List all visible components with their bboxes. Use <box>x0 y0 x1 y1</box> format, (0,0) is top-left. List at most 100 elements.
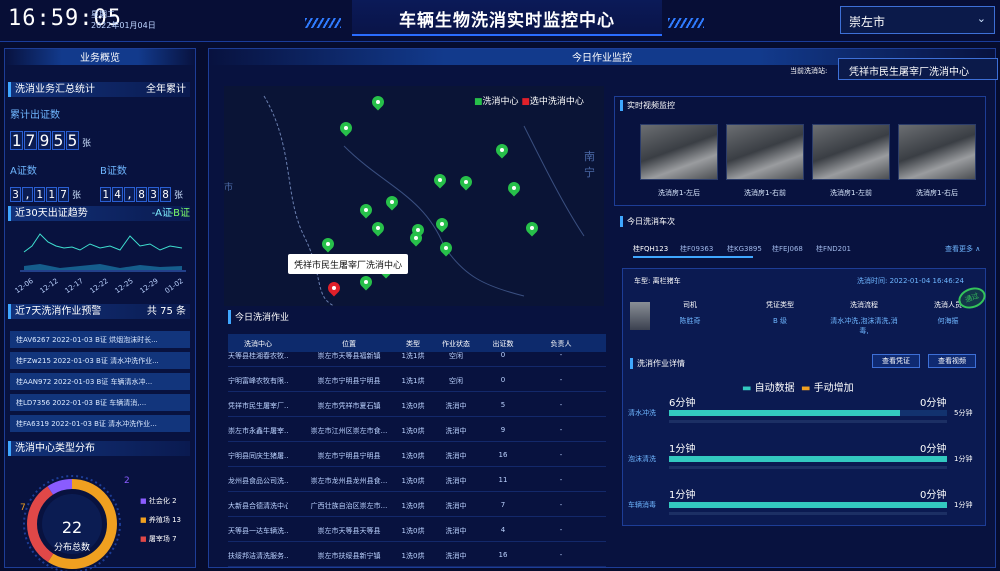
map-pin-icon[interactable] <box>383 193 401 212</box>
step-bar <box>669 410 947 416</box>
map-pin-icon[interactable] <box>493 141 511 160</box>
map-border <box>523 125 585 237</box>
legend-social: ■ 社会化 2 <box>140 496 177 506</box>
step-bar-manual <box>669 420 947 423</box>
digit: 3 <box>148 187 159 202</box>
detail-legend: ▬ 自动数据 ▬ 手动增加 <box>742 379 854 394</box>
table-row[interactable]: 大新县合德清洗中心 广西壮族自治区崇左市... 1洗0烘 洗消中 7 - <box>228 493 606 517</box>
view-cert-button[interactable]: 查看凭证 <box>872 354 920 368</box>
legend-label: 社会化 <box>148 497 170 505</box>
digit: 1 <box>34 187 45 202</box>
table-cell: 5 <box>500 401 506 409</box>
table-cell: 洗消中 <box>445 502 467 510</box>
map[interactable]: ■洗消中心 ■选中洗消中心 南宁 市 凭祥市民生屠宰厂洗消中心 <box>224 86 604 306</box>
camera-thumbnail[interactable] <box>726 124 804 180</box>
decor-slash-left <box>305 18 341 28</box>
jobs-title: 今日洗消作业 <box>228 310 428 324</box>
legend-auto-dot: ▬ <box>742 383 752 394</box>
car-type-row: 车型: 离栏猪车 <box>634 276 681 286</box>
legend-dot: ■ <box>140 516 147 524</box>
map-pin-icon[interactable] <box>407 229 425 248</box>
step-duration: 1分钟 <box>954 501 973 509</box>
view-video-button[interactable]: 查看视频 <box>928 354 976 368</box>
step-bar-fill <box>669 410 900 416</box>
digit: 1 <box>100 187 111 202</box>
warning-item[interactable]: 桂AAN972 2022-01-03 B证 车辆清水冲... <box>10 373 190 390</box>
plate-tab[interactable]: 桂FND201 <box>816 244 851 254</box>
table-row[interactable]: 扶绥邦洁清洗服务... 崇左市扶绥县新宁镇 1洗0烘 洗消中 16 - <box>228 543 606 567</box>
legend-red-label: 选中洗消中心 <box>529 97 584 107</box>
legend-manual: 手动增加 <box>813 383 854 394</box>
warning-item[interactable]: 桂FZw215 2022-01-03 B证 清水冲洗作业... <box>10 352 190 369</box>
camera-thumbnail[interactable] <box>812 124 890 180</box>
map-pin-icon[interactable] <box>523 219 541 238</box>
table-row[interactable]: 天等县桂湘春农牧... 崇左市天等县福新镇 1洗1烘 空闲 0 - <box>228 343 606 367</box>
warning-item[interactable]: 桂AV6267 2022-01-03 B证 烘烟泡沫时长... <box>10 331 190 348</box>
map-pin-icon[interactable] <box>437 239 455 258</box>
warning-section-bar: 近7天洗消作业预警 共 75 条 <box>8 304 190 319</box>
summary-section-bar: 洗消业务汇总统计 全年累计 <box>8 82 190 97</box>
table-cell: 崇左市宁明县宁明县 <box>317 377 381 385</box>
camera-label: 洗消房1-左后 <box>658 189 700 197</box>
vehicle-photo[interactable] <box>630 302 650 330</box>
camera-thumbnail[interactable] <box>898 124 976 180</box>
summary-title: 洗消业务汇总统计 <box>15 84 95 95</box>
map-pin-icon[interactable] <box>433 215 451 234</box>
step-right-value: 0分钟 <box>920 444 947 455</box>
map-pin-icon[interactable] <box>457 173 475 192</box>
plate-tab[interactable]: 桂FEJ068 <box>772 244 803 254</box>
legend-label: 屠宰场 <box>148 535 170 543</box>
table-cell: 9 <box>500 426 506 434</box>
station-select[interactable]: 凭祥市民生屠宰厂洗消中心 <box>838 58 998 80</box>
map-pin-icon[interactable] <box>431 171 449 190</box>
flow-label: 洗消流程 <box>850 301 878 309</box>
cert-value: B 级 <box>772 317 788 325</box>
map-pin-icon[interactable] <box>505 179 523 198</box>
car-type-value: 离栏猪车 <box>652 277 681 285</box>
table-row[interactable]: 天等县一达车辆洗... 崇左市天等县天等县 1洗0烘 洗消中 4 - <box>228 518 606 542</box>
table-cell: 1洗0烘 <box>401 502 425 510</box>
camera-label: 洗消房1-右前 <box>744 189 786 197</box>
chevron-down-icon: ⌄ <box>976 12 986 25</box>
warning-item[interactable]: 桂FA6319 2022-01-03 B证 清水冲洗作业... <box>10 415 190 432</box>
table-row[interactable]: 龙州县食品公司洗... 崇左市龙州县龙州县食... 1洗0烘 洗消中 11 - <box>228 468 606 492</box>
legend-slaughter: ■ 屠宰场 7 <box>140 534 177 544</box>
driver-value: 陈胜奇 <box>679 317 701 325</box>
table-cell: 洗消中 <box>445 402 467 410</box>
map-pin-icon[interactable] <box>369 93 387 112</box>
table-row[interactable]: 凭祥市民生屠宰厂... 崇左市凭祥市夏石镇 1洗0烘 洗消中 5 - <box>228 393 606 417</box>
plate-tab[interactable]: 桂KG3895 <box>727 244 762 254</box>
table-cell: 洗消中 <box>445 527 467 535</box>
map-pin-selected-icon[interactable] <box>325 279 343 298</box>
table-row[interactable]: 宁明富峰农牧有限... 崇左市宁明县宁明县 1洗1烘 空闲 0 - <box>228 368 606 392</box>
warning-item[interactable]: 桂LD7356 2022-01-03 B证 车辆清消,... <box>10 394 190 411</box>
table-cell: 崇左市天等县天等县 <box>317 527 381 535</box>
digit: 7 <box>24 131 37 150</box>
step-duration: 1分钟 <box>954 455 973 463</box>
map-pin-icon[interactable] <box>337 119 355 138</box>
trend-ticks: 12-06 12-12 12-17 12-22 12-25 12-29 01-0… <box>14 276 190 298</box>
date: 2022年01月04日 <box>91 21 156 30</box>
map-pin-icon[interactable] <box>369 219 387 238</box>
digit: , <box>124 187 135 202</box>
table-row[interactable]: 崇左市永鑫牛屠宰... 崇左市江州区崇左市食... 1洗0烘 洗消中 9 - <box>228 418 606 442</box>
plate-tab[interactable]: 桂F09363 <box>680 244 713 254</box>
table-cell: - <box>559 551 563 559</box>
view-more-link[interactable]: 查看更多 ∧ <box>945 244 980 254</box>
warning-title: 近7天洗消作业预警 <box>15 306 102 317</box>
city-select[interactable]: 崇左市 ⌄ <box>840 6 995 34</box>
donut-total: 22 <box>61 518 83 537</box>
video-title: 实时视频监控 <box>620 100 675 111</box>
table-row[interactable]: 宁明县同庆生猪屠... 崇左市宁明县宁明县 1洗0烘 洗消中 16 - <box>228 443 606 467</box>
table-cell: 洗消中 <box>445 477 467 485</box>
a-cert-digits: 3,117张 <box>10 183 81 202</box>
camera-thumbnail[interactable] <box>640 124 718 180</box>
map-pin-icon[interactable] <box>357 201 375 220</box>
trend-tick: 01-02 <box>163 276 185 296</box>
map-pin-icon[interactable] <box>319 235 337 254</box>
trend-tick: 12-12 <box>38 276 60 296</box>
map-pin-icon[interactable] <box>357 273 375 292</box>
left-panel-title: 业务概览 <box>5 49 195 65</box>
staff-value: 何海振 <box>937 317 959 325</box>
plate-tab[interactable]: 桂FQH123 <box>633 244 668 254</box>
